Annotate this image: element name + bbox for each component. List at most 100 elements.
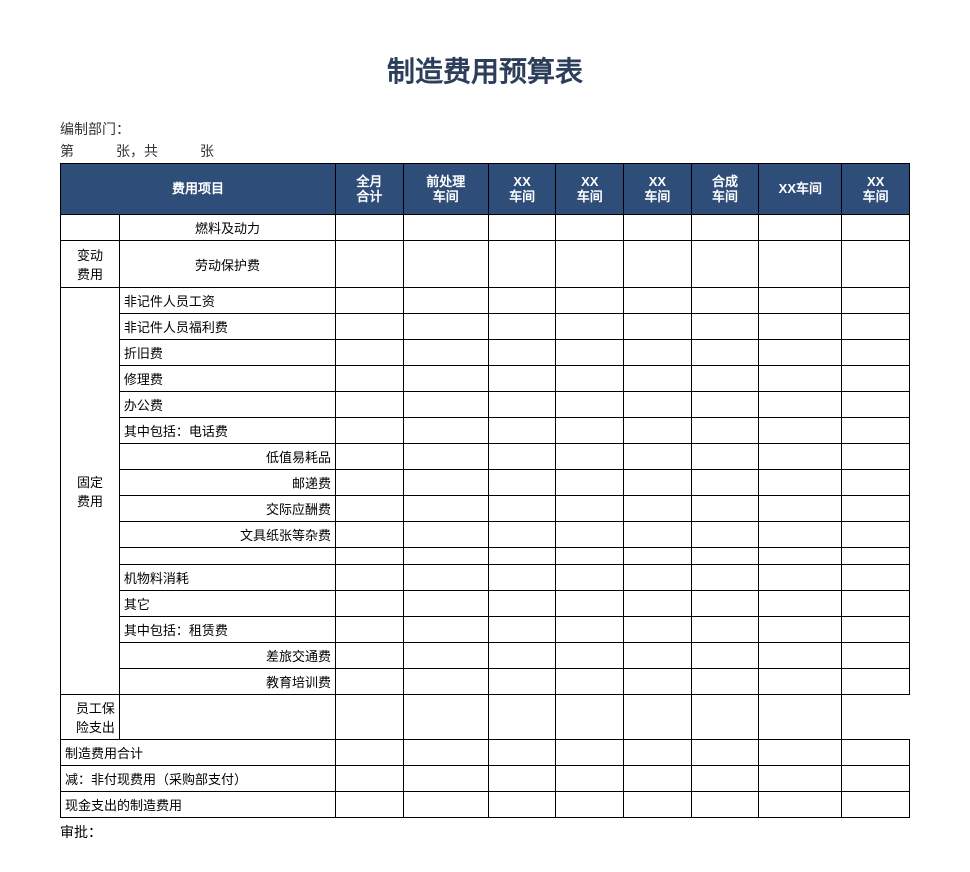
item-label: 员工保险支出 [61,695,120,740]
category-cell: 固定费用 [61,288,120,695]
budget-table: 费用项目 全月合计 前处理车间 XX车间 XX车间 XX车间 合成车间 XX车间… [60,163,910,818]
data-cell [842,766,910,792]
page-title: 制造费用预算表 [60,50,910,90]
table-row [61,548,910,565]
data-cell [759,340,842,366]
data-cell [691,241,759,288]
table-row: 减：非付现费用（采购部支付） [61,766,910,792]
data-cell [624,392,692,418]
category-cell: 变动费用 [61,241,120,288]
data-cell [691,314,759,340]
data-cell [336,548,404,565]
data-cell [556,496,624,522]
data-cell [556,669,624,695]
data-cell [691,366,759,392]
data-cell [556,591,624,617]
data-cell [759,418,842,444]
data-cell [336,418,404,444]
data-cell [624,792,692,818]
data-cell [488,444,556,470]
table-row: 修理费 [61,366,910,392]
data-cell [624,591,692,617]
data-cell [336,496,404,522]
data-cell [336,766,404,792]
table-row: 员工保险支出 [61,695,910,740]
item-label: 折旧费 [119,340,335,366]
data-cell [691,392,759,418]
data-cell [842,522,910,548]
item-label: 邮递费 [119,470,335,496]
col-header-workshop: XX车间 [556,164,624,215]
data-cell [336,740,404,766]
data-cell [556,470,624,496]
data-cell [403,470,488,496]
table-row: 交际应酬费 [61,496,910,522]
data-cell [624,418,692,444]
data-cell [488,740,556,766]
data-cell [336,522,404,548]
table-row: 制造费用合计 [61,740,910,766]
data-cell [691,496,759,522]
item-label: 其中包括：租赁费 [119,617,335,643]
data-cell [488,288,556,314]
data-cell [624,617,692,643]
data-cell [403,766,488,792]
table-row: 机物料消耗 [61,565,910,591]
table-header-row: 费用项目 全月合计 前处理车间 XX车间 XX车间 XX车间 合成车间 XX车间… [61,164,910,215]
data-cell [624,288,692,314]
data-cell [556,565,624,591]
item-label: 非记件人员福利费 [119,314,335,340]
data-cell [556,241,624,288]
item-label: 其中包括：电话费 [119,418,335,444]
data-cell [488,565,556,591]
table-row: 非记件人员福利费 [61,314,910,340]
col-header-workshop: XX车间 [488,164,556,215]
data-cell [488,695,556,740]
data-cell [759,288,842,314]
table-row: 其中包括：电话费 [61,418,910,444]
data-cell [624,740,692,766]
data-cell [556,340,624,366]
col-header-item: 费用项目 [61,164,336,215]
data-cell [336,241,404,288]
col-header-workshop: 前处理车间 [403,164,488,215]
item-label: 交际应酬费 [119,496,335,522]
data-cell [488,241,556,288]
data-cell [336,392,404,418]
data-cell [403,314,488,340]
data-cell [336,591,404,617]
data-cell [842,418,910,444]
data-cell [691,669,759,695]
data-cell [403,548,488,565]
data-cell [624,444,692,470]
data-cell [556,418,624,444]
data-cell [842,591,910,617]
category-cell [61,215,120,241]
col-header-workshop: 合成车间 [691,164,759,215]
data-cell [488,766,556,792]
table-row: 其它 [61,591,910,617]
data-cell [336,695,404,740]
data-cell [488,617,556,643]
item-label [119,548,335,565]
data-cell [624,241,692,288]
table-row: 差旅交通费 [61,643,910,669]
data-cell [403,392,488,418]
data-cell [488,366,556,392]
data-cell [403,366,488,392]
data-cell [759,241,842,288]
data-cell [691,643,759,669]
data-cell [759,496,842,522]
data-cell [556,617,624,643]
data-cell [336,288,404,314]
approve-label: 审批： [60,822,910,842]
item-label: 机物料消耗 [119,565,335,591]
data-cell [336,617,404,643]
data-cell [842,470,910,496]
data-cell [691,548,759,565]
data-cell [403,591,488,617]
data-cell [691,766,759,792]
col-header-workshop: XX车间 [624,164,692,215]
data-cell [336,669,404,695]
col-header-workshop: XX车间 [759,164,842,215]
